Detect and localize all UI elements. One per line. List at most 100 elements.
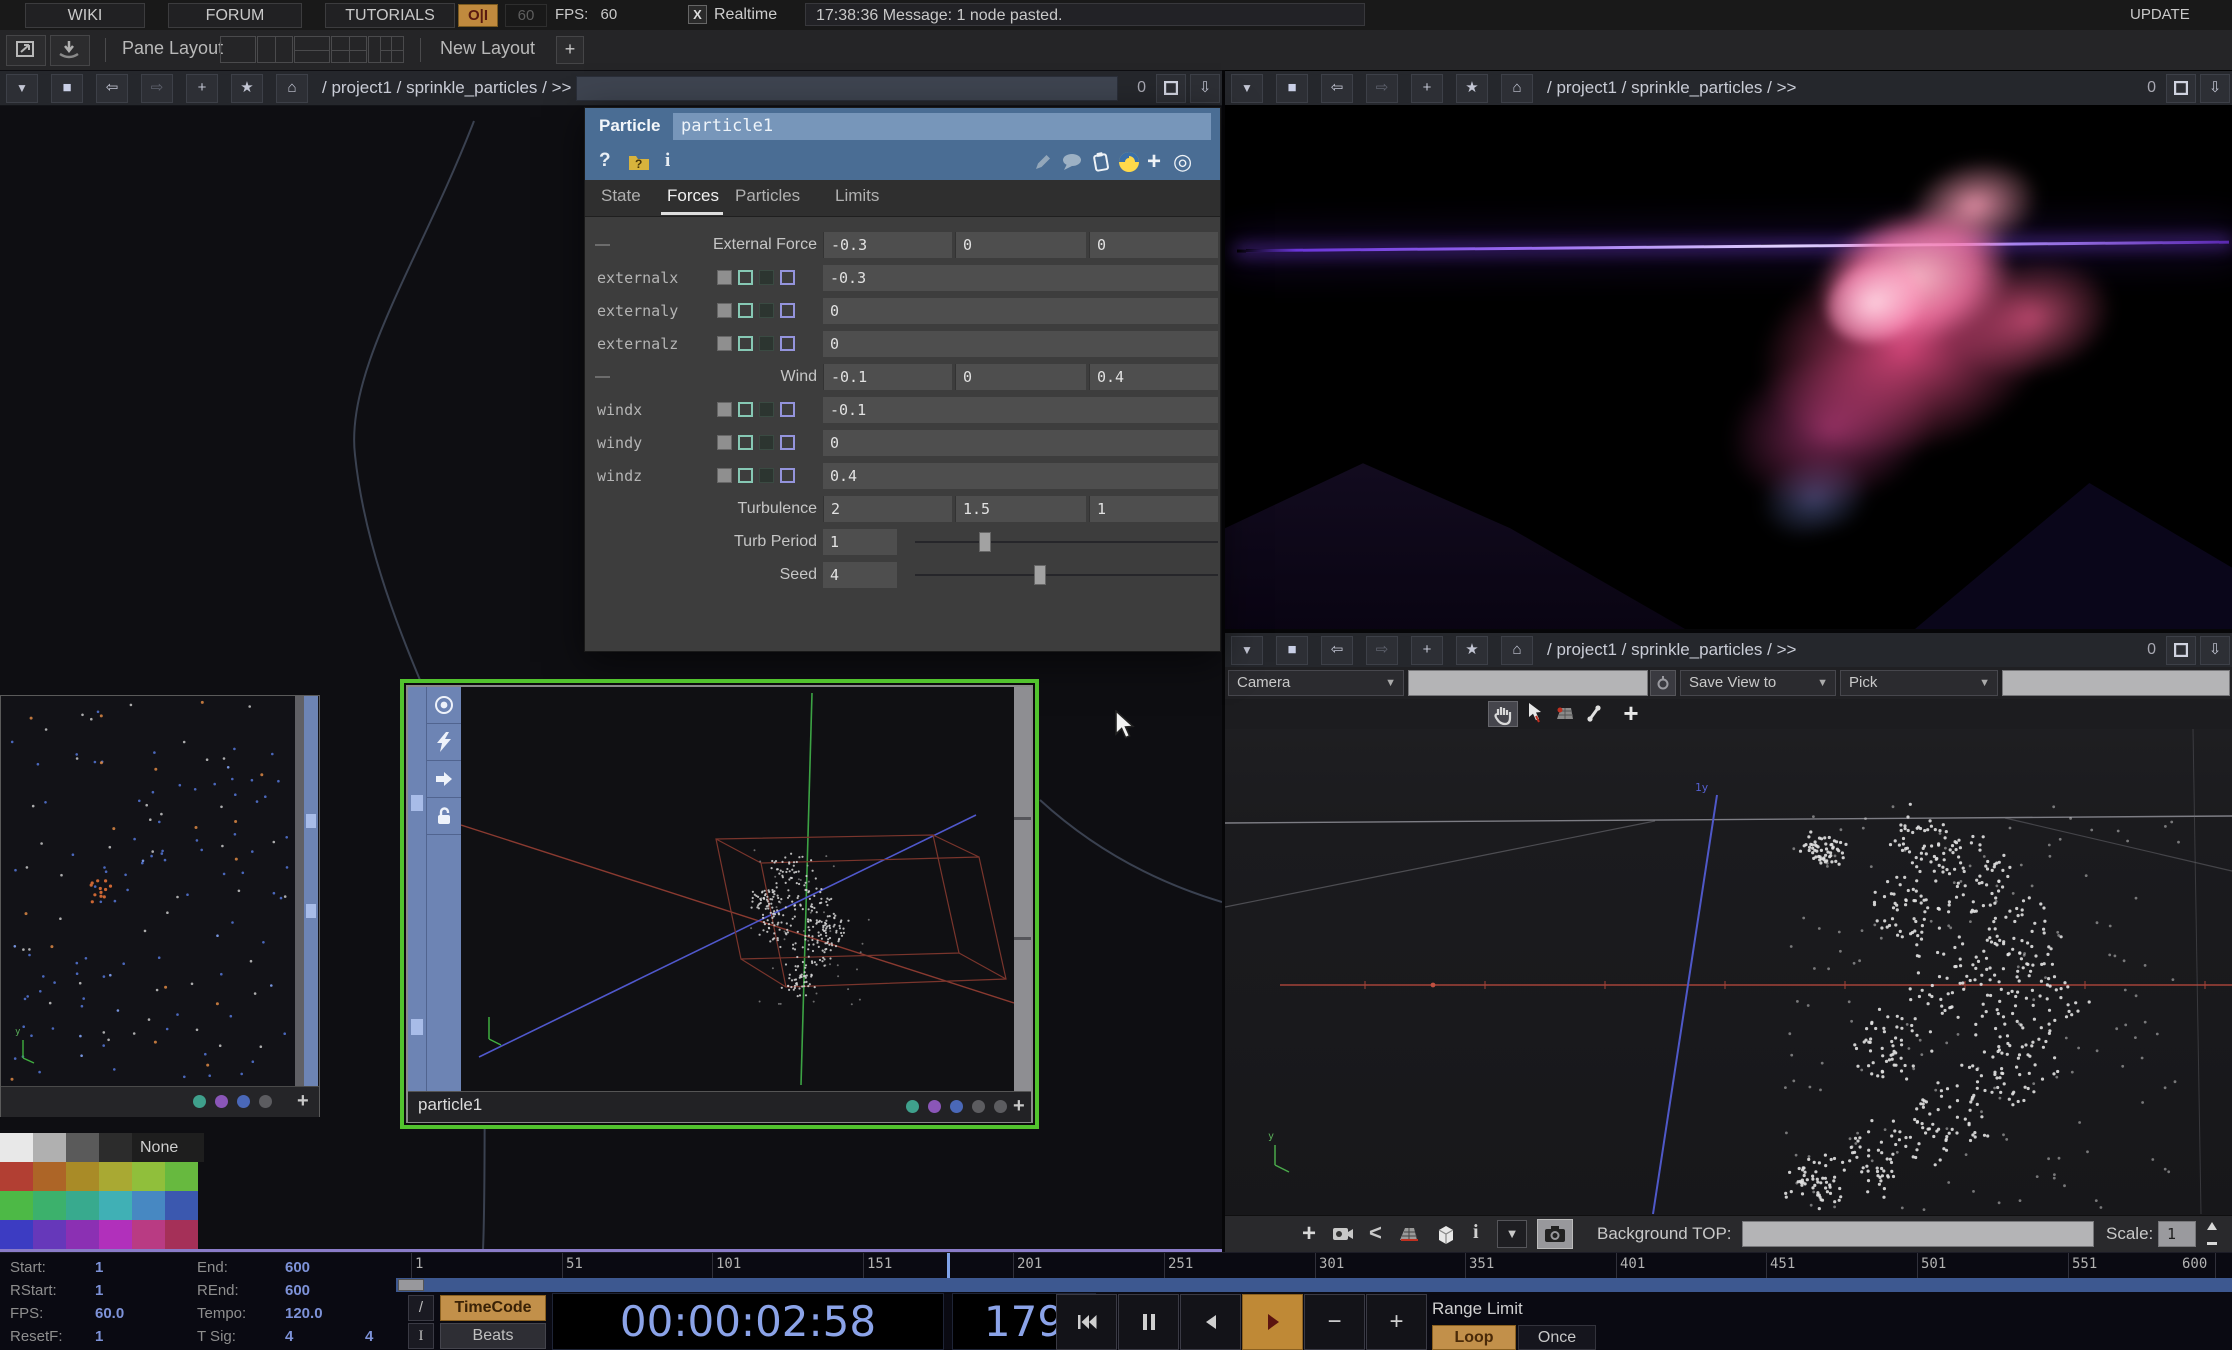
palette-swatch[interactable] [66,1220,99,1249]
node-name-field[interactable]: particle1 [673,113,1211,140]
pane-layout-preset-grid-3[interactable] [368,36,404,63]
timeline-field-value[interactable]: 120.0 [285,1305,323,1322]
home-icon[interactable]: ⌂ [1501,74,1533,103]
favorite-icon[interactable]: ★ [1456,74,1488,103]
timeline-field-value[interactable]: 600 [285,1282,310,1299]
transport-frame-plus-button[interactable]: + [1366,1294,1427,1350]
param-field[interactable]: 1.5 [955,496,1086,522]
save-view-dropdown[interactable]: Save View to ▼ [1680,670,1836,696]
playhead[interactable] [947,1253,950,1278]
channel-toggle-gray[interactable] [717,435,732,450]
palette-swatch[interactable] [66,1162,99,1191]
stop-icon[interactable]: ■ [1276,636,1308,665]
target-icon[interactable]: ◎ [1173,149,1192,175]
channel-toggle-gray[interactable] [717,402,732,417]
select-arrow-icon[interactable] [1525,702,1545,726]
menu-link-wiki[interactable]: WIKI [25,3,145,28]
scrollbar-blue[interactable] [304,696,318,1086]
maximize-icon[interactable] [1156,74,1186,103]
tab-state[interactable]: State [601,186,641,206]
palette-swatch[interactable] [33,1162,66,1191]
scroll-handle[interactable] [411,795,423,811]
param-field[interactable]: 1 [823,529,897,555]
pane-layout-preset-h-split[interactable] [294,36,330,63]
transport-frame-minus-button[interactable]: − [1304,1294,1365,1350]
channel-toggle-gray[interactable] [717,468,732,483]
palette-swatch[interactable] [0,1191,33,1220]
scroll-handle[interactable] [306,814,316,828]
collapse-down-icon[interactable]: ⇩ [2200,636,2230,665]
channel-toggle-gray[interactable] [717,336,732,351]
param-channel-field[interactable]: 0.4 [823,463,1218,489]
mode-i-button[interactable]: I [408,1323,434,1349]
help-icon[interactable]: ? [599,150,611,172]
camera-button-active[interactable] [1537,1219,1573,1249]
grid-icon[interactable] [1397,1224,1421,1244]
loop-button[interactable]: Loop [1432,1325,1516,1350]
breadcrumb[interactable]: / project1 / sprinkle_particles / >> [1547,71,1796,105]
pick-path-field[interactable] [2002,670,2230,696]
dropdown-icon[interactable]: ▼ [1231,74,1263,103]
copy-clipboard-icon[interactable] [1091,151,1111,173]
tab-particles[interactable]: Particles [735,186,800,206]
slider-handle[interactable] [1034,565,1046,585]
palette-swatch[interactable] [33,1133,66,1162]
collapse-down-icon[interactable]: ⇩ [2200,74,2230,103]
param-channel-field[interactable]: 0 [823,298,1218,324]
viewer-flag-dot[interactable] [994,1100,1007,1113]
palette-swatch[interactable] [165,1220,198,1249]
menu-link-forum[interactable]: FORUM [168,3,302,28]
channel-toggle-purple[interactable] [780,402,795,417]
back-icon[interactable]: ⇦ [1321,636,1353,665]
info-icon[interactable]: i [665,150,670,172]
scroll-handle[interactable] [411,1019,423,1035]
add-icon[interactable]: + [186,74,218,103]
palette-swatch[interactable] [66,1133,99,1162]
channel-toggle-purple[interactable] [780,270,795,285]
channel-toggle-dark[interactable] [759,402,774,417]
tab-limits[interactable]: Limits [835,186,879,206]
transport-jump-start-button[interactable] [1056,1294,1117,1350]
arrow-left-icon[interactable]: < [1369,1220,1389,1246]
channel-toggle-teal[interactable] [738,303,753,318]
param-field[interactable]: -0.1 [823,364,952,390]
palette-swatch[interactable] [66,1191,99,1220]
dropdown-button[interactable]: ▼ [1497,1220,1527,1248]
palette-swatch[interactable] [132,1162,165,1191]
realtime-checkbox[interactable]: X [688,5,707,24]
viewer-flag-dot[interactable] [237,1095,250,1108]
new-layout-label[interactable]: New Layout [440,38,535,59]
channel-toggle-purple[interactable] [780,468,795,483]
camera-path-field[interactable] [1408,670,1648,696]
favorite-icon[interactable]: ★ [1456,636,1488,665]
small-node-viewer[interactable]: y + [0,695,320,1117]
channel-toggle-purple[interactable] [780,435,795,450]
add-icon[interactable]: + [1013,1094,1029,1118]
scale-stepper[interactable] [2204,1220,2220,1248]
render-pick-icon[interactable] [1553,703,1577,725]
palette-swatch[interactable] [0,1162,33,1191]
slider-track[interactable] [915,574,1218,576]
python-icon[interactable] [1118,151,1140,173]
home-icon[interactable]: ⌂ [1501,636,1533,665]
palette-swatch[interactable] [33,1191,66,1220]
viewer-flag-dot[interactable] [259,1095,272,1108]
favorite-icon[interactable]: ★ [231,74,263,103]
param-channel-field[interactable]: 0 [823,430,1218,456]
channel-toggle-dark[interactable] [759,336,774,351]
viewer-flag-dot[interactable] [193,1095,206,1108]
viewer-right-strip[interactable] [1014,687,1031,1091]
update-button[interactable]: UPDATE [2130,4,2190,26]
maximize-icon[interactable] [2166,636,2196,665]
pane-layout-preset-single[interactable] [220,36,256,63]
pathbar-field[interactable] [576,76,1118,101]
breadcrumb[interactable]: / project1 / sprinkle_particles / >> [322,71,571,105]
channel-toggle-dark[interactable] [759,270,774,285]
channel-toggle-dark[interactable] [759,468,774,483]
channel-toggle-teal[interactable] [738,336,753,351]
palette-swatch[interactable] [0,1133,33,1162]
timeline-field-value[interactable]: 60.0 [95,1305,124,1322]
beats-mode-button[interactable]: Beats [440,1323,546,1349]
add-icon[interactable]: + [1617,699,1645,727]
palette-none-option[interactable]: None [132,1133,204,1162]
